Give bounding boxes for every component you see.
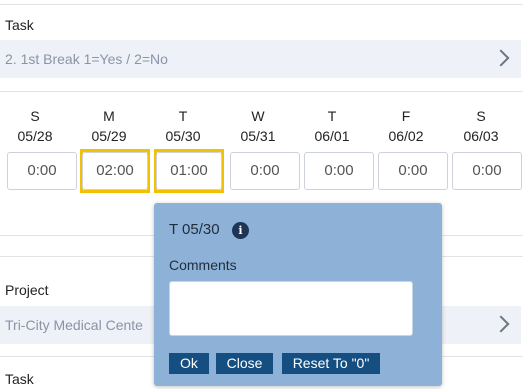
day-header-mon: M 05/29 xyxy=(74,108,144,144)
task-select-value: 2. 1st Break 1=Yes / 2=No xyxy=(5,51,168,67)
day-date: 05/31 xyxy=(240,128,276,144)
hours-input-sun[interactable]: 0:00 xyxy=(7,152,77,190)
project-label: Project xyxy=(5,282,49,298)
task-card: Task 2. 1st Break 1=Yes / 2=No S 05/28 M… xyxy=(0,4,523,236)
day-date: 06/03 xyxy=(463,128,499,144)
day-header-wed: W 05/31 xyxy=(223,108,293,144)
close-button[interactable]: Close xyxy=(216,353,273,374)
day-date: 05/30 xyxy=(165,128,201,144)
day-date: 05/28 xyxy=(17,128,53,144)
divider xyxy=(0,91,523,92)
task-select[interactable]: 2. 1st Break 1=Yes / 2=No xyxy=(0,40,521,78)
comments-textarea[interactable] xyxy=(169,281,413,336)
hours-input-wed[interactable]: 0:00 xyxy=(230,152,300,190)
day-comment-popover: T 05/30 i Comments Ok Close Reset To "0" xyxy=(154,203,442,386)
hours-input-sat[interactable]: 0:00 xyxy=(452,152,522,190)
day-header-tue: T 05/30 xyxy=(148,108,218,144)
comments-label: Comments xyxy=(169,257,237,273)
day-of-week: T xyxy=(327,108,337,124)
hours-input-fri[interactable]: 0:00 xyxy=(378,152,448,190)
day-header-fri: F 06/02 xyxy=(371,108,441,144)
reset-button[interactable]: Reset To "0" xyxy=(282,353,380,374)
day-header-thu: T 06/01 xyxy=(297,108,367,144)
day-date: 06/02 xyxy=(388,128,424,144)
info-icon[interactable]: i xyxy=(232,222,249,239)
hours-input-tue[interactable]: 01:00 xyxy=(156,152,222,190)
day-date: 06/01 xyxy=(314,128,350,144)
hours-input-thu[interactable]: 0:00 xyxy=(304,152,374,190)
day-of-week: W xyxy=(251,108,265,124)
day-of-week: S xyxy=(30,108,40,124)
day-header-sat: S 06/03 xyxy=(446,108,516,144)
day-date: 05/29 xyxy=(91,128,127,144)
task-label: Task xyxy=(5,17,34,33)
day-of-week: T xyxy=(178,108,188,124)
day-of-week: F xyxy=(401,108,411,124)
popover-title: T 05/30 xyxy=(169,221,220,238)
day-of-week: S xyxy=(476,108,486,124)
day-of-week: M xyxy=(103,108,115,124)
task-label-2: Task xyxy=(5,371,34,387)
day-header-sun: S 05/28 xyxy=(0,108,70,144)
ok-button[interactable]: Ok xyxy=(169,353,209,374)
hours-input-mon[interactable]: 02:00 xyxy=(82,152,148,190)
